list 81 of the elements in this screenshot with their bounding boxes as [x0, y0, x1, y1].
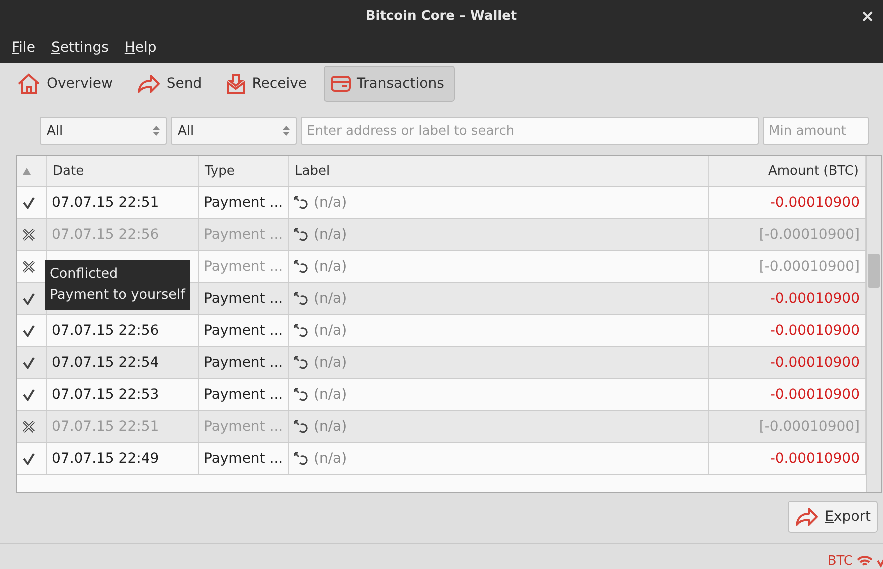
cross-icon — [22, 420, 36, 434]
table-cell: [-0.00010900] — [759, 418, 860, 434]
table-cell: (n/a) — [314, 386, 348, 402]
table-cell: 07.07.15 22:56 — [52, 226, 160, 242]
wifi-icon — [857, 555, 873, 568]
table-cell: Payment ... — [204, 194, 284, 210]
column-header[interactable]: Label — [289, 156, 709, 186]
table-cell: Payment ... — [204, 226, 284, 242]
toolbar-tab[interactable]: Overview — [10, 66, 124, 102]
table-cell: 07.07.15 22:56 — [52, 322, 160, 338]
table-cell: -0.00010900 — [770, 450, 860, 466]
table-cell: (n/a) — [314, 258, 348, 274]
table-cell: (n/a) — [314, 194, 348, 210]
check-icon — [22, 452, 36, 466]
date-filter-select[interactable]: All — [40, 117, 167, 145]
spinner-arrows-icon — [153, 125, 160, 137]
table-cell: 07.07.15 22:51 — [52, 418, 160, 434]
cycle-arrow-icon — [294, 260, 308, 274]
table-cell: (n/a) — [314, 290, 348, 306]
close-button[interactable]: × — [860, 7, 875, 27]
cycle-arrow-icon — [294, 196, 308, 210]
table-cell: -0.00010900 — [770, 322, 860, 338]
column-header[interactable]: Date — [47, 156, 199, 186]
table-cell: -0.00010900 — [770, 194, 860, 210]
table-cell: Payment ... — [204, 258, 284, 274]
table-cell: -0.00010900 — [770, 354, 860, 370]
inbox-icon — [226, 73, 246, 95]
home-icon — [17, 73, 41, 95]
cross-icon — [22, 260, 36, 274]
table-cell: 07.07.15 22:51 — [52, 194, 160, 210]
toolbar-tab[interactable]: Receive — [219, 66, 318, 102]
table-cell: Payment ... — [204, 450, 284, 466]
check-icon — [22, 292, 36, 306]
scrollbar[interactable] — [866, 156, 881, 492]
table-cell: 07.07.15 22:53 — [52, 386, 160, 402]
search-field[interactable]: Enter address or label to search — [301, 117, 759, 145]
table-cell: 07.07.15 22:49 — [52, 450, 160, 466]
check-icon — [22, 324, 36, 338]
table-cell: Payment ... — [204, 354, 284, 370]
sort-up-icon — [23, 168, 31, 174]
table-cell: -0.00010900 — [770, 386, 860, 402]
table-cell: Payment ... — [204, 322, 284, 338]
cycle-arrow-icon — [294, 420, 308, 434]
arrow-icon — [136, 74, 161, 94]
menu-item[interactable]: Help — [124, 40, 157, 56]
table-cell: (n/a) — [314, 354, 348, 370]
table-cell: (n/a) — [314, 322, 348, 338]
table-cell: (n/a) — [314, 226, 348, 242]
cycle-arrow-icon — [294, 452, 308, 466]
check-icon — [22, 196, 36, 210]
card-icon — [331, 76, 351, 92]
tooltip: Conflicted Payment to yourself — [45, 260, 190, 310]
table-cell: -0.00010900 — [770, 290, 860, 306]
cross-icon — [22, 228, 36, 242]
export-button[interactable]: Export — [788, 501, 878, 533]
cycle-arrow-icon — [294, 324, 308, 338]
table-cell: (n/a) — [314, 418, 348, 434]
table-cell: [-0.00010900] — [759, 226, 860, 242]
column-header[interactable]: Type — [199, 156, 289, 186]
cycle-arrow-icon — [294, 388, 308, 402]
table-cell: [-0.00010900] — [759, 258, 860, 274]
cycle-arrow-icon — [294, 292, 308, 306]
table-cell: Payment ... — [204, 290, 284, 306]
unit-label[interactable]: BTC — [828, 554, 853, 569]
menu-item[interactable]: File — [12, 40, 36, 56]
table-cell: Payment ... — [204, 386, 284, 402]
check-icon — [22, 356, 36, 370]
cycle-arrow-icon — [294, 228, 308, 242]
toolbar-tab[interactable]: Send — [130, 66, 214, 102]
table-cell: 07.07.15 22:54 — [52, 354, 160, 370]
window-title: Bitcoin Core – Wallet — [366, 9, 518, 24]
menu-item[interactable]: Settings — [51, 40, 109, 56]
check-icon — [22, 388, 36, 402]
type-filter-select[interactable]: All — [171, 117, 297, 145]
arrow-icon — [795, 507, 820, 527]
table-cell: Payment ... — [204, 418, 284, 434]
toolbar-tab[interactable]: Transactions — [324, 66, 456, 102]
spinner-arrows-icon — [283, 125, 290, 137]
cycle-arrow-icon — [294, 356, 308, 370]
min-amount-field[interactable]: Min amount — [763, 117, 869, 145]
table-cell: (n/a) — [314, 450, 348, 466]
